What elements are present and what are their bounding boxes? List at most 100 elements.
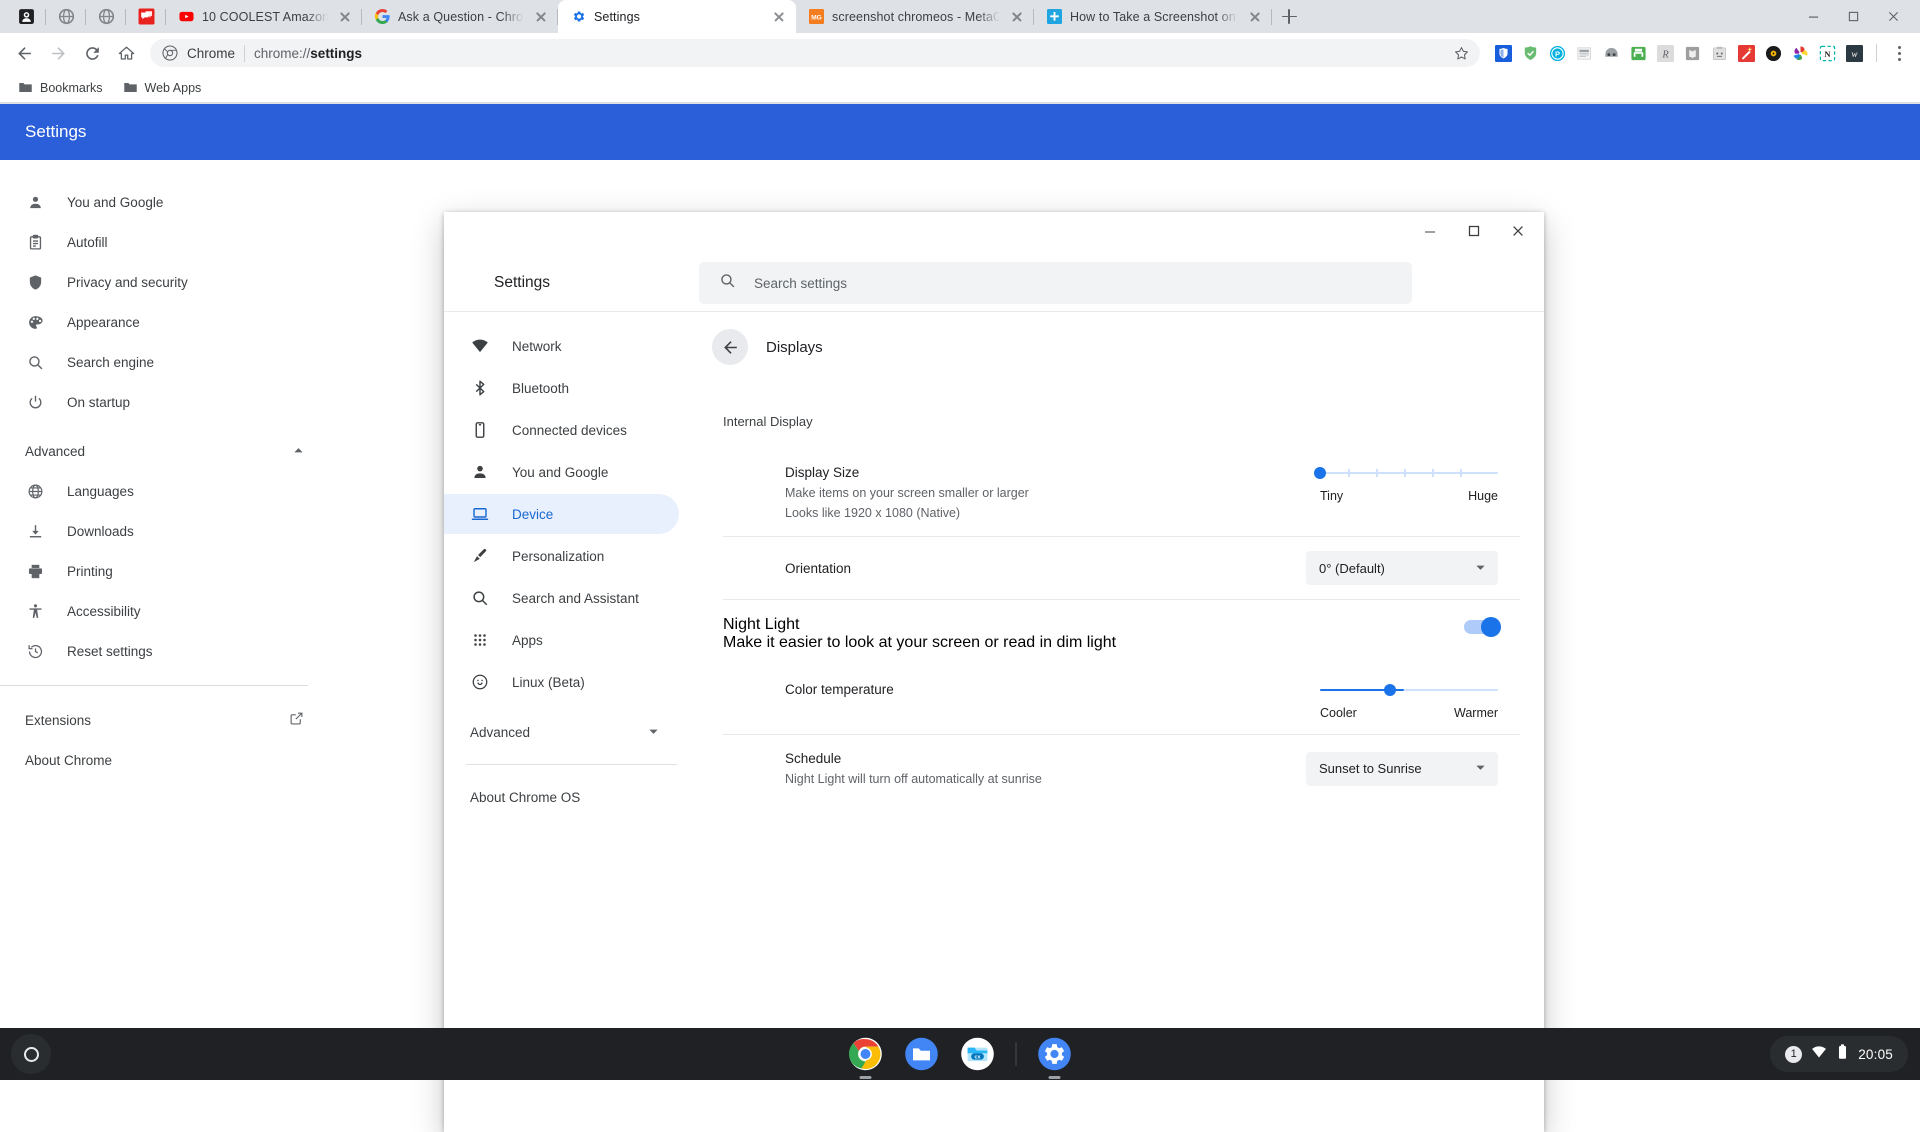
browser-tab-0[interactable]: 10 COOLEST Amazon GADGETS xyxy=(166,0,362,33)
search-input[interactable]: Search settings xyxy=(699,262,1412,304)
night-light-toggle[interactable] xyxy=(1464,620,1498,634)
tab-close-button[interactable] xyxy=(336,8,354,26)
sidebar-item-device[interactable]: Device xyxy=(444,494,679,534)
sidebar-item-languages[interactable]: Languages xyxy=(0,471,330,511)
two-dots-extension[interactable] xyxy=(1598,40,1624,66)
schedule-select[interactable]: Sunset to Sunrise xyxy=(1306,752,1498,786)
os-sidebar-advanced-toggle[interactable]: Advanced xyxy=(444,712,679,752)
pinned-tab-4[interactable] xyxy=(126,0,166,33)
slider-knob[interactable] xyxy=(1384,684,1396,696)
os-close-button[interactable] xyxy=(1496,212,1540,250)
sidebar-item-reset-settings[interactable]: Reset settings xyxy=(0,631,330,671)
clipboard-face-extension[interactable] xyxy=(1706,40,1732,66)
browser-close-button[interactable] xyxy=(1874,2,1912,32)
new-tab-button[interactable] xyxy=(1272,0,1306,33)
display-size-max-label: Huge xyxy=(1468,489,1498,503)
sidebar-item-accessibility[interactable]: Accessibility xyxy=(0,591,330,631)
schedule-row: Schedule Night Light will turn off autom… xyxy=(723,735,1520,802)
camera-cx-app[interactable]: cx xyxy=(960,1036,996,1072)
back-arrow-icon[interactable] xyxy=(712,329,748,365)
chevron-down-icon xyxy=(1475,561,1486,576)
system-tray[interactable]: 1 20:05 xyxy=(1770,1036,1908,1072)
back-button[interactable] xyxy=(8,37,40,69)
tab-close-button[interactable] xyxy=(770,8,788,26)
slider-knob[interactable] xyxy=(1314,467,1326,479)
svg-text:P: P xyxy=(1554,49,1559,58)
sidebar-item-linux-beta[interactable]: Linux (Beta) xyxy=(444,662,679,702)
newspaper-extension[interactable] xyxy=(1571,40,1597,66)
sidebar-item-bluetooth[interactable]: Bluetooth xyxy=(444,368,679,408)
sidebar-item-about-chrome-os[interactable]: About Chrome OS xyxy=(444,777,699,817)
tab-close-button[interactable] xyxy=(1008,8,1026,26)
bookmark-folder-bookmarks[interactable]: Bookmarks xyxy=(10,76,111,99)
orientation-select[interactable]: 0° (Default) xyxy=(1306,551,1498,585)
pinwheel-extension[interactable] xyxy=(1787,40,1813,66)
sidebar-item-downloads[interactable]: Downloads xyxy=(0,511,330,551)
home-button[interactable] xyxy=(110,37,142,69)
os-maximize-button[interactable] xyxy=(1452,212,1496,250)
bookmark-folder-web-apps[interactable]: Web Apps xyxy=(115,76,210,99)
pinned-tab-1[interactable] xyxy=(6,0,46,33)
bluetooth-icon xyxy=(470,378,490,398)
omnibox-separator xyxy=(244,45,245,62)
reload-button[interactable] xyxy=(76,37,108,69)
sidebar-item-extensions[interactable]: Extensions xyxy=(0,700,330,740)
sidebar-item-label: Extensions xyxy=(25,713,91,728)
forward-button[interactable] xyxy=(42,37,74,69)
search-icon xyxy=(719,272,736,294)
sidebar-item-on-startup[interactable]: On startup xyxy=(0,382,330,422)
adguard-extension[interactable] xyxy=(1517,40,1543,66)
bitwarden-extension[interactable] xyxy=(1490,40,1516,66)
sidebar-item-appearance[interactable]: Appearance xyxy=(0,302,330,342)
wallabag-extension[interactable]: w xyxy=(1841,40,1867,66)
sidebar-item-privacy-and-security[interactable]: Privacy and security xyxy=(0,262,330,302)
browser-tab-4[interactable]: How to Take a Screenshot on a C xyxy=(1034,0,1272,33)
sidebar-item-search-and-assistant[interactable]: Search and Assistant xyxy=(444,578,679,618)
sidebar-item-apps[interactable]: Apps xyxy=(444,620,679,660)
pinned-tab-3[interactable] xyxy=(86,0,126,33)
notion-clipper-extension[interactable]: N xyxy=(1814,40,1840,66)
tab-close-button[interactable] xyxy=(532,8,550,26)
gray-book-extension[interactable] xyxy=(1679,40,1705,66)
tab-close-button[interactable] xyxy=(1246,8,1264,26)
sidebar-item-autofill[interactable]: Autofill xyxy=(0,222,330,262)
sidebar-item-network[interactable]: Network xyxy=(444,326,679,366)
browser-minimize-button[interactable] xyxy=(1794,2,1832,32)
schedule-control: Sunset to Sunrise xyxy=(1306,752,1498,786)
browser-tab-2[interactable]: Settings xyxy=(558,0,796,33)
privacy-badger-extension[interactable]: P xyxy=(1544,40,1570,66)
sidebar-item-printing[interactable]: Printing xyxy=(0,551,330,591)
script-r-extension[interactable]: R xyxy=(1652,40,1678,66)
display-size-slider[interactable] xyxy=(1306,463,1498,485)
color-temperature-slider[interactable] xyxy=(1306,680,1498,702)
browser-tab-1[interactable]: Ask a Question - Chromebook Co xyxy=(362,0,558,33)
printer-green-extension[interactable] xyxy=(1625,40,1651,66)
sidebar-item-personalization[interactable]: Personalization xyxy=(444,536,679,576)
vinyl-record-extension[interactable] xyxy=(1760,40,1786,66)
chrome-app[interactable] xyxy=(848,1036,884,1072)
printer-icon xyxy=(25,561,45,581)
night-light-title: Night Light xyxy=(723,616,1306,634)
sidebar-item-about-chrome[interactable]: About Chrome xyxy=(0,740,330,780)
magic-wand-extension[interactable] xyxy=(1733,40,1759,66)
orientation-control: 0° (Default) xyxy=(1306,551,1498,585)
files-app[interactable] xyxy=(904,1036,940,1072)
bookmark-star-icon[interactable] xyxy=(1448,40,1474,66)
bookmark-label: Bookmarks xyxy=(40,81,103,95)
os-minimize-button[interactable] xyxy=(1408,212,1452,250)
sidebar-item-you-and-google[interactable]: You and Google xyxy=(0,182,330,222)
display-size-text: Display Size Make items on your screen s… xyxy=(723,463,1306,522)
launcher-circle-icon[interactable] xyxy=(11,1034,51,1074)
pinned-tab-2[interactable] xyxy=(46,0,86,33)
sidebar-item-label: Search and Assistant xyxy=(512,591,639,606)
tab-title: Ask a Question - Chromebook Co xyxy=(398,10,524,24)
address-bar[interactable]: Chrome chrome://settings xyxy=(150,39,1480,67)
browser-tab-3[interactable]: MG screenshot chromeos - MetaGer xyxy=(796,0,1034,33)
sidebar-advanced-toggle[interactable]: Advanced xyxy=(0,431,330,471)
sidebar-item-you-and-google[interactable]: You and Google xyxy=(444,452,679,492)
chrome-menu-icon[interactable] xyxy=(1886,38,1912,68)
settings-app[interactable] xyxy=(1037,1036,1073,1072)
sidebar-item-connected-devices[interactable]: Connected devices xyxy=(444,410,679,450)
browser-maximize-button[interactable] xyxy=(1834,2,1872,32)
sidebar-item-search-engine[interactable]: Search engine xyxy=(0,342,330,382)
